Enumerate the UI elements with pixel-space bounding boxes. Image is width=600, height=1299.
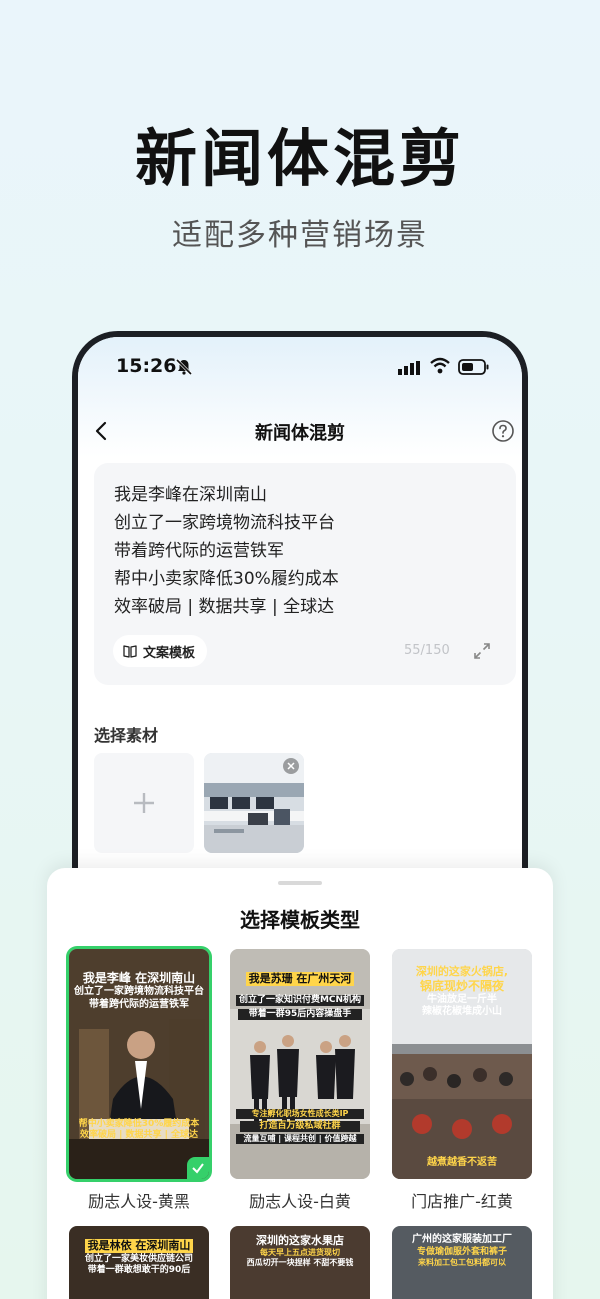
sheet-handle[interactable]	[278, 881, 322, 885]
template-bottom-text: 专注孵化职场女性成长类IP 打造百万级私域社群 流量互哺 | 课程共创 | 价值…	[230, 1109, 370, 1145]
copy-template-label: 文案模板	[143, 645, 196, 661]
script-line: 帮中小卖家降低30%履约成本	[114, 569, 339, 589]
nav-bar: 新闻体混剪	[78, 413, 522, 453]
template-label-3[interactable]: 门店推广-红黄	[392, 1188, 532, 1212]
page-title: 新闻体混剪	[255, 423, 345, 444]
selected-check-icon	[187, 1157, 209, 1179]
template-type-sheet: 选择模板类型 我是李峰 在深圳南山 创立了一家跨境物流科技平台 带着跨代际的运营…	[47, 868, 553, 1299]
overlay-line: 创立了一家知识付费MCN机构	[235, 995, 365, 1007]
book-icon	[123, 645, 137, 658]
script-line: 效率破局 | 数据共享 | 全球达	[114, 597, 335, 617]
template-top-text: 深圳的这家火锅店, 锅底现炒不隔夜 牛油放足一斤半 辣椒花椒堆成小山	[392, 965, 532, 1019]
overlay-line: 带着一群95后内容操盘手	[238, 1009, 362, 1021]
overlay-line: 越煮越香不返苦	[427, 1157, 497, 1168]
material-thumbnail[interactable]	[204, 753, 304, 853]
add-material-button[interactable]	[94, 753, 194, 853]
template-top-text: 我是苏珊 在广州天河 创立了一家知识付费MCN机构 带着一群95后内容操盘手	[230, 967, 370, 1021]
template-card-4[interactable]: 我是林依 在深圳南山 创立了一家美妆供应链公司 带着一群敢想敢干的90后	[69, 1226, 209, 1299]
template-card-2[interactable]: 我是苏珊 在广州天河 创立了一家知识付费MCN机构 带着一群95后内容操盘手 专…	[230, 949, 370, 1179]
char-count: 55/150	[404, 643, 450, 658]
remove-material-icon[interactable]	[283, 758, 299, 774]
template-top-text: 深圳的这家水果店 每天早上五点进货现切 西瓜切开一块捏样 不甜不要钱	[230, 1234, 370, 1268]
overlay-line: 带着一群敢想敢干的90后	[87, 1265, 191, 1276]
template-card-6[interactable]: 广州的这家服装加工厂 专做瑜伽服外套和裤子 来料加工包工包料都可以	[392, 1226, 532, 1299]
overlay-line: 带着跨代际的运营铁军	[89, 998, 189, 1010]
script-line: 带着跨代际的运营铁军	[114, 541, 284, 561]
overlay-line: 打造百万级私域社群	[240, 1121, 360, 1133]
overlay-line: 帮中小卖家降低30%履约成本	[78, 1119, 200, 1129]
overlay-line: 效率破局 | 数据共享 | 全球达	[79, 1130, 199, 1141]
template-top-text: 我是李峰 在深圳南山 创立了一家跨境物流科技平台 带着跨代际的运营铁军	[69, 971, 209, 1011]
overlay-line: 流量互哺 | 课程共创 | 价值跨越	[236, 1134, 364, 1145]
overlay-line: 创立了一家跨境物流科技平台	[74, 986, 204, 997]
overlay-line: 我是李峰 在深圳南山	[82, 971, 196, 985]
overlay-line: 锅底现炒不隔夜	[419, 978, 504, 993]
status-time: 15:26	[116, 355, 177, 377]
template-top-text: 广州的这家服装加工厂 专做瑜伽服外套和裤子 来料加工包工包料都可以	[392, 1234, 532, 1268]
overlay-line: 每天早上五点进货现切	[260, 1247, 340, 1257]
script-text: 我是李峰在深圳南山 创立了一家跨境物流科技平台 带着跨代际的运营铁军 帮中小卖家…	[114, 481, 339, 621]
template-card-1[interactable]: 我是李峰 在深圳南山 创立了一家跨境物流科技平台 带着跨代际的运营铁军 帮中小卖…	[69, 949, 209, 1179]
overlay-line: 辣椒花椒堆成小山	[422, 1006, 502, 1018]
status-bar: 15:26	[78, 355, 522, 383]
help-icon[interactable]	[491, 419, 515, 443]
wifi-icon	[430, 357, 450, 374]
script-text-area[interactable]: 我是李峰在深圳南山 创立了一家跨境物流科技平台 带着跨代际的运营铁军 帮中小卖家…	[94, 463, 516, 685]
materials-title: 选择素材	[94, 726, 159, 745]
overlay-line: 我是苏珊 在广州天河	[245, 972, 355, 986]
overlay-line: 西瓜切开一块捏样 不甜不要钱	[246, 1257, 354, 1267]
template-bottom-text: 越煮越香不返苦	[392, 1157, 532, 1170]
expand-icon[interactable]	[472, 641, 492, 661]
template-label-2[interactable]: 励志人设-白黄	[230, 1188, 370, 1212]
overlay-line: 广州的这家服装加工厂	[412, 1234, 512, 1245]
script-line: 创立了一家跨境物流科技平台	[114, 513, 335, 533]
hero-subtitle: 适配多种营销场景	[172, 218, 428, 253]
sheet-title: 选择模板类型	[240, 908, 360, 932]
template-card-3[interactable]: 深圳的这家火锅店, 锅底现炒不隔夜 牛油放足一斤半 辣椒花椒堆成小山 越煮越香不…	[392, 949, 532, 1179]
plus-icon	[134, 793, 154, 813]
template-label-1[interactable]: 励志人设-黄黑	[69, 1188, 209, 1212]
template-bottom-text: 帮中小卖家降低30%履约成本 效率破局 | 数据共享 | 全球达	[69, 1119, 209, 1142]
overlay-line: 深圳的这家火锅店,	[415, 965, 509, 978]
template-card-5[interactable]: 深圳的这家水果店 每天早上五点进货现切 西瓜切开一块捏样 不甜不要钱	[230, 1226, 370, 1299]
copy-template-button[interactable]: 文案模板	[113, 635, 208, 667]
signal-icon	[398, 361, 420, 375]
overlay-line: 创立了一家美妆供应链公司	[84, 1254, 193, 1264]
overlay-line: 专注孵化职场女性成长类IP	[236, 1109, 364, 1119]
overlay-line: 专做瑜伽服外套和裤子	[416, 1246, 507, 1257]
overlay-line: 我是林依 在深圳南山	[84, 1239, 194, 1253]
overlay-line: 深圳的这家水果店	[256, 1234, 344, 1247]
bell-muted-icon	[175, 358, 193, 376]
battery-icon	[458, 359, 489, 375]
hero-title: 新闻体混剪	[134, 122, 465, 195]
overlay-line: 来料加工包工包料都可以	[418, 1257, 506, 1267]
script-line: 我是李峰在深圳南山	[114, 485, 267, 505]
overlay-line: 牛油放足一斤半	[427, 993, 497, 1005]
template-top-text: 我是林依 在深圳南山 创立了一家美妆供应链公司 带着一群敢想敢干的90后	[69, 1234, 209, 1277]
